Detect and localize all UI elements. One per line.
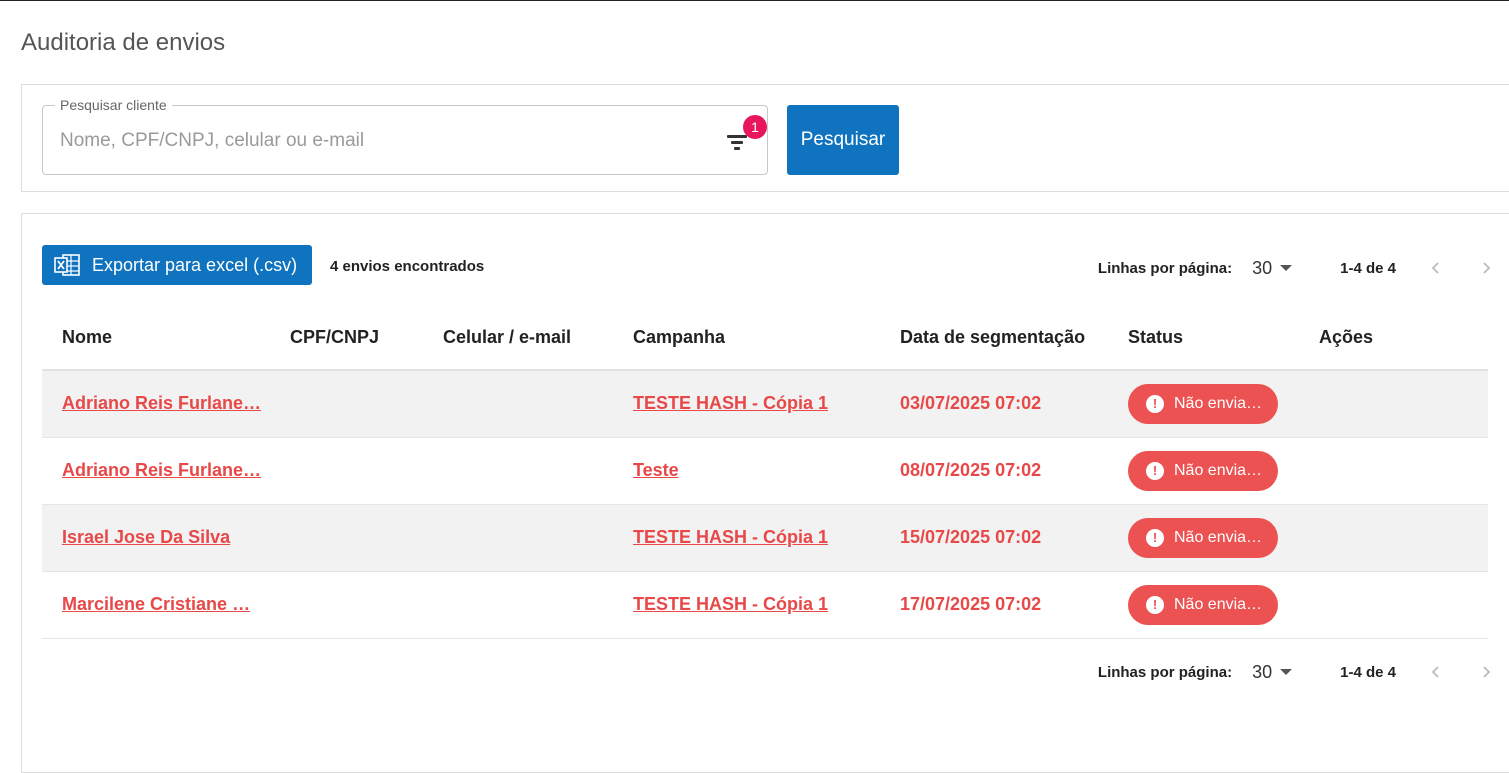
search-button[interactable]: Pesquisar — [787, 105, 899, 175]
rows-per-page-value: 30 — [1252, 661, 1273, 682]
pagination-range: 1-4 de 4 — [1340, 259, 1396, 277]
client-name-link[interactable]: Adriano Reis Furlane… — [62, 393, 261, 413]
rows-per-page-value: 30 — [1252, 257, 1273, 278]
status-text: Não envia… — [1174, 461, 1263, 479]
alert-circle-icon: ! — [1146, 528, 1164, 547]
table-row: Israel Jose Da Silva TESTE HASH - Cópia … — [42, 504, 1488, 572]
actions-cell — [1299, 504, 1488, 572]
cpf-cell — [270, 370, 423, 438]
rows-per-page-select[interactable]: 30 — [1252, 661, 1293, 683]
actions-cell — [1299, 370, 1488, 438]
export-label: Exportar para excel (.csv) — [92, 254, 298, 275]
chevron-right-icon[interactable] — [1474, 660, 1498, 684]
caret-down-icon — [1280, 669, 1293, 675]
search-input[interactable]: Pesquisar cliente Nome, CPF/CNPJ, celula… — [42, 97, 768, 175]
cpf-cell — [270, 571, 423, 639]
search-legend: Pesquisar cliente — [55, 97, 172, 113]
table-row: Adriano Reis Furlane… Teste 08/07/2025 0… — [42, 437, 1488, 505]
status-text: Não envia… — [1174, 528, 1263, 546]
table-header-row: Nome CPF/CNPJ Celular / e-mail Campanha … — [42, 306, 1488, 371]
segmentation-date: 08/07/2025 07:02 — [900, 460, 1042, 480]
search-placeholder: Nome, CPF/CNPJ, celular ou e-mail — [60, 130, 365, 151]
column-header-acoes: Ações — [1299, 306, 1488, 371]
contact-cell — [423, 437, 613, 505]
pagination-bottom: Linhas por página: 30 1-4 de 4 — [1098, 657, 1498, 687]
alert-circle-icon: ! — [1146, 461, 1164, 480]
cpf-cell — [270, 437, 423, 505]
cpf-cell — [270, 504, 423, 572]
status-badge[interactable]: ! Não envia… — [1128, 383, 1278, 424]
column-header-contato[interactable]: Celular / e-mail — [423, 306, 613, 371]
status-text: Não envia… — [1174, 595, 1263, 613]
status-badge[interactable]: ! Não envia… — [1128, 517, 1278, 558]
segmentation-date: 17/07/2025 07:02 — [900, 594, 1042, 614]
results-card: Exportar para excel (.csv) 4 envios enco… — [21, 213, 1509, 773]
campaign-link[interactable]: TESTE HASH - Cópia 1 — [633, 527, 828, 547]
chevron-right-icon[interactable] — [1474, 256, 1498, 280]
status-badge[interactable]: ! Não envia… — [1128, 450, 1278, 491]
caret-down-icon — [1280, 265, 1293, 271]
pagination-range: 1-4 de 4 — [1340, 663, 1396, 681]
column-header-cpf[interactable]: CPF/CNPJ — [270, 306, 423, 371]
chevron-left-icon[interactable] — [1424, 660, 1448, 684]
excel-icon — [54, 253, 80, 277]
client-name-link[interactable]: Israel Jose Da Silva — [62, 527, 230, 547]
table-row: Adriano Reis Furlane… TESTE HASH - Cópia… — [42, 370, 1488, 438]
contact-cell — [423, 504, 613, 572]
export-csv-button[interactable]: Exportar para excel (.csv) — [42, 245, 312, 285]
segmentation-date: 03/07/2025 07:02 — [900, 393, 1042, 414]
client-name-link[interactable]: Marcilene Cristiane … — [62, 594, 250, 614]
status-badge[interactable]: ! Não envia… — [1128, 584, 1278, 625]
page-title: Auditoria de envios — [21, 29, 226, 56]
results-table: Nome CPF/CNPJ Celular / e-mail Campanha … — [42, 306, 1488, 639]
status-text: Não envia… — [1174, 394, 1263, 412]
search-card: Pesquisar cliente Nome, CPF/CNPJ, celula… — [21, 84, 1509, 192]
actions-cell — [1299, 571, 1488, 639]
top-border — [0, 0, 1509, 1]
filter-badge: 1 — [743, 115, 767, 139]
rows-per-page-label: Linhas por página: — [1097, 259, 1233, 277]
contact-cell — [423, 370, 613, 438]
alert-circle-icon: ! — [1146, 394, 1164, 413]
campaign-link[interactable]: TESTE HASH - Cópia 1 — [633, 393, 828, 413]
results-count: 4 envios encontrados — [330, 258, 485, 275]
chevron-left-icon[interactable] — [1424, 256, 1448, 280]
actions-cell — [1299, 437, 1488, 505]
column-header-status[interactable]: Status — [1108, 306, 1299, 371]
rows-per-page-label: Linhas por página: — [1097, 663, 1233, 681]
column-header-data[interactable]: Data de segmentação — [880, 306, 1108, 371]
alert-circle-icon: ! — [1146, 595, 1164, 614]
column-header-campanha[interactable]: Campanha — [613, 306, 880, 371]
contact-cell — [423, 571, 613, 639]
rows-per-page-select[interactable]: 30 — [1252, 257, 1293, 279]
column-header-nome[interactable]: Nome — [42, 306, 270, 371]
pagination-top: Linhas por página: 30 1-4 de 4 — [1098, 253, 1498, 283]
table-row: Marcilene Cristiane … TESTE HASH - Cópia… — [42, 571, 1488, 639]
client-name-link[interactable]: Adriano Reis Furlane… — [62, 460, 261, 480]
campaign-link[interactable]: Teste — [633, 460, 679, 480]
segmentation-date: 15/07/2025 07:02 — [900, 527, 1042, 547]
campaign-link[interactable]: TESTE HASH - Cópia 1 — [633, 594, 828, 614]
